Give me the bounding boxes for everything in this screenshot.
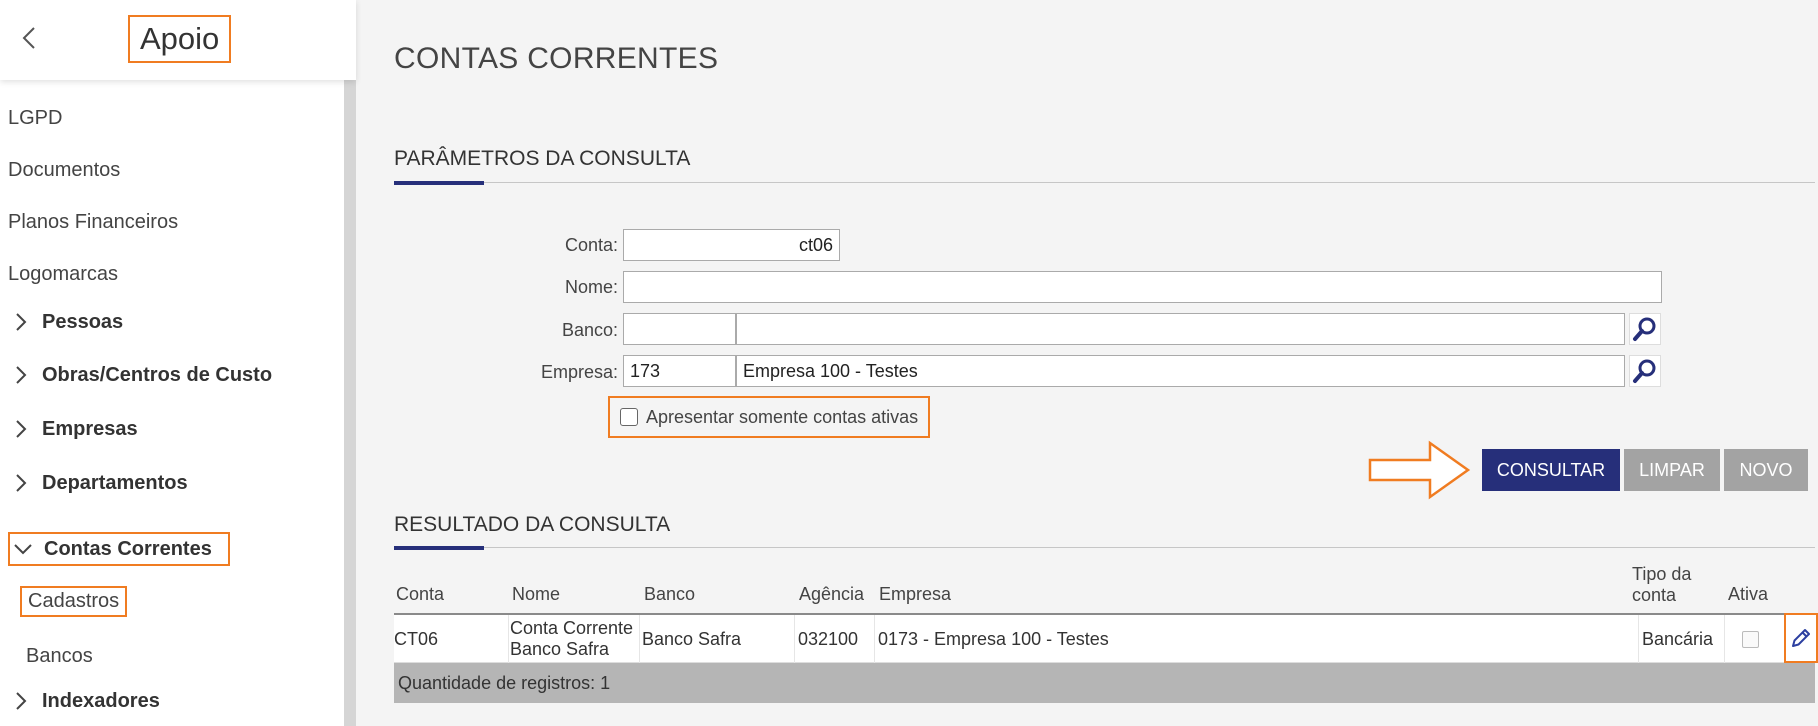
chevron-right-icon — [8, 470, 34, 496]
results-section-title: RESULTADO DA CONSULTA — [394, 513, 671, 536]
section-accent — [394, 181, 484, 185]
active-only-checkbox[interactable]: Apresentar somente contas ativas — [608, 396, 931, 438]
chevron-right-icon — [8, 416, 34, 442]
chevron-right-icon — [8, 309, 34, 335]
sidebar-item-cadastros[interactable]: Cadastros — [20, 586, 128, 617]
sidebar-item-bancos[interactable]: Bancos — [26, 645, 93, 668]
cell-banco: Banco Safra — [642, 629, 742, 649]
empresa-search-button[interactable] — [1629, 355, 1661, 387]
banco-name-input[interactable] — [736, 313, 1625, 345]
sidebar-group-contas-correntes[interactable]: Contas Correntes — [8, 532, 230, 566]
cell-nome: Conta Corrente Banco Safra — [510, 618, 634, 659]
novo-button[interactable]: NOVO — [1724, 449, 1808, 491]
sidebar-header: Apoio — [0, 0, 356, 80]
column-divider — [508, 615, 509, 663]
chevron-right-icon — [8, 688, 34, 714]
column-header-banco[interactable]: Banco — [644, 584, 695, 605]
sidebar-group-label: Contas Correntes — [44, 537, 212, 560]
sidebar-group-label: Departamentos — [42, 471, 188, 494]
section-divider — [394, 182, 1815, 183]
sidebar: Apoio LGPD Documentos Planos Financeiros… — [0, 0, 356, 726]
column-divider — [639, 615, 640, 663]
page-title: CONTAS CORRENTES — [394, 42, 719, 75]
cell-empresa: 0173 - Empresa 100 - Testes — [878, 629, 1109, 649]
sidebar-group-label: Empresas — [42, 417, 138, 440]
column-divider — [874, 615, 875, 663]
chevron-right-icon — [8, 362, 34, 388]
main-content: CONTAS CORRENTES PARÂMETROS DA CONSULTA … — [356, 0, 1818, 726]
table-row[interactable]: CT06 Conta Corrente Banco Safra Banco Sa… — [394, 613, 1818, 663]
nome-label: Nome: — [564, 277, 618, 297]
sidebar-item-documentos[interactable]: Documentos — [8, 159, 120, 182]
sidebar-group-obras[interactable]: Obras/Centros de Custo — [8, 359, 272, 391]
banco-label: Banco: — [561, 320, 618, 340]
banco-search-button[interactable] — [1629, 313, 1661, 345]
sidebar-scrollbar[interactable] — [344, 80, 356, 726]
sidebar-group-departamentos[interactable]: Departamentos — [8, 467, 188, 499]
column-divider — [1638, 615, 1639, 663]
arrow-right-icon — [1368, 440, 1471, 500]
empresa-name-input[interactable]: Empresa 100 - Testes — [736, 355, 1625, 387]
column-header-conta[interactable]: Conta — [396, 584, 444, 605]
params-section-title: PARÂMETROS DA CONSULTA — [394, 147, 691, 170]
column-divider — [1724, 615, 1725, 663]
edit-button[interactable] — [1784, 613, 1818, 663]
sidebar-item-logomarcas[interactable]: Logomarcas — [8, 263, 118, 286]
cell-conta: CT06 — [394, 629, 439, 649]
sidebar-group-label: Pessoas — [42, 310, 124, 333]
consultar-button[interactable]: CONSULTAR — [1482, 449, 1620, 491]
sidebar-group-label: Obras/Centros de Custo — [42, 363, 273, 386]
conta-label: Conta: — [564, 235, 618, 255]
search-icon — [1633, 359, 1656, 383]
column-header-agencia[interactable]: Agência — [799, 584, 864, 605]
column-header-empresa[interactable]: Empresa — [879, 584, 951, 605]
chevron-left-icon[interactable] — [18, 22, 40, 54]
pencil-icon — [1792, 629, 1810, 647]
nome-input[interactable] — [623, 271, 1662, 303]
empresa-code-input[interactable]: 173 — [623, 355, 736, 387]
section-accent — [394, 546, 484, 550]
chevron-down-icon — [10, 536, 36, 562]
conta-input[interactable]: ct06 — [623, 229, 840, 261]
sidebar-group-pessoas[interactable]: Pessoas — [8, 306, 123, 338]
checkbox-box[interactable] — [620, 408, 638, 426]
cell-ativa-checkbox — [1742, 631, 1759, 648]
empresa-label: Empresa: — [540, 362, 618, 382]
banco-code-input[interactable] — [623, 313, 736, 345]
sidebar-item-planos-financeiros[interactable]: Planos Financeiros — [8, 211, 178, 234]
sidebar-group-empresas[interactable]: Empresas — [8, 413, 138, 445]
column-divider — [794, 615, 795, 663]
sidebar-group-label: Indexadores — [42, 689, 160, 712]
column-header-tipo[interactable]: Tipo da conta — [1632, 564, 1702, 606]
search-icon — [1633, 317, 1656, 341]
cell-tipo: Bancária — [1642, 629, 1714, 649]
checkbox-label: Apresentar somente contas ativas — [646, 406, 919, 427]
results-footer: Quantidade de registros: 1 — [394, 663, 1815, 703]
section-divider — [394, 547, 1815, 548]
limpar-button[interactable]: LIMPAR — [1624, 449, 1720, 491]
sidebar-title: Apoio — [128, 15, 232, 63]
column-header-nome[interactable]: Nome — [512, 584, 560, 605]
sidebar-item-lgpd[interactable]: LGPD — [8, 107, 62, 130]
cell-agencia: 032100 — [798, 629, 859, 649]
sidebar-group-indexadores[interactable]: Indexadores — [8, 685, 160, 717]
column-header-ativa[interactable]: Ativa — [1728, 584, 1768, 605]
